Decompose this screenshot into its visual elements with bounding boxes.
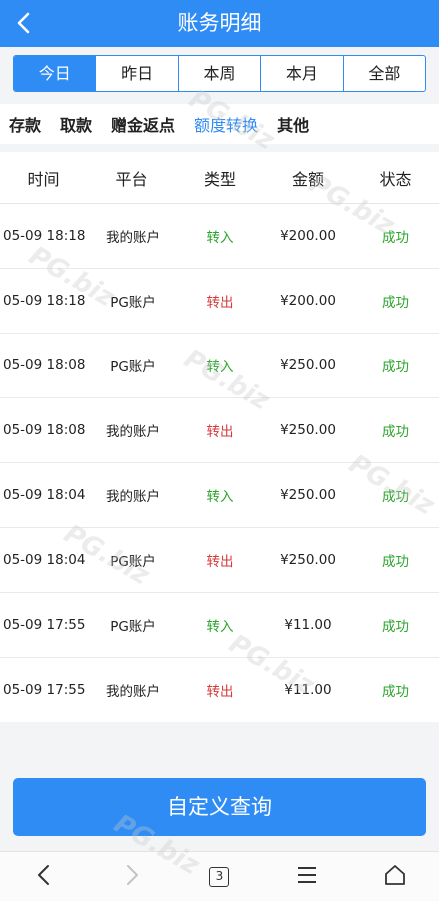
row-platform: 我的账户: [106, 229, 160, 246]
browser-menu-button[interactable]: [263, 852, 351, 901]
table-row: 05-09 18:08 我的账户 转出 ¥250.00 成功: [0, 398, 439, 464]
column-header-status: 状态: [379, 169, 412, 189]
browser-tabs-button[interactable]: 3: [176, 852, 264, 901]
table-row: 05-09 18:18 我的账户 转入 ¥200.00 成功: [0, 204, 439, 269]
tabs-icon: 3: [209, 866, 230, 887]
row-amount: ¥250.00: [280, 551, 336, 568]
table-row: 05-09 18:08 PG账户 转入 ¥250.00 成功: [0, 334, 439, 399]
row-amount: ¥250.00: [280, 487, 336, 504]
row-type: 转出: [206, 553, 234, 570]
browser-back-button[interactable]: [0, 852, 88, 901]
row-type: 转入: [206, 229, 234, 246]
row-platform: 我的账户: [106, 424, 160, 441]
row-status: 成功: [382, 294, 409, 311]
tab-withdraw[interactable]: 取款: [60, 112, 92, 136]
row-status: 成功: [382, 683, 409, 700]
row-time: 05-09 18:08: [3, 357, 86, 374]
browser-forward-button[interactable]: [88, 852, 176, 901]
table-row: 05-09 18:04 PG账户 转出 ¥250.00 成功: [0, 528, 439, 593]
forward-icon: [122, 863, 142, 891]
row-time: 05-09 18:08: [3, 422, 86, 439]
row-type: 转出: [206, 294, 234, 311]
row-time: 05-09 18:04: [3, 551, 86, 568]
row-time: 05-09 18:18: [3, 227, 86, 244]
table-row: 05-09 18:18 PG账户 转出 ¥200.00 成功: [0, 269, 439, 334]
tab-other[interactable]: 其他: [277, 112, 309, 136]
transaction-type-tabs: 存款 取款 赠金返点 额度转换 其他: [0, 104, 439, 144]
row-time: 05-09 17:55: [3, 616, 86, 633]
custom-query-button[interactable]: 自定义查询: [13, 778, 426, 836]
row-platform: PG账户: [110, 618, 156, 635]
row-amount: ¥11.00: [284, 616, 332, 633]
tab-this-month[interactable]: 本月: [260, 56, 342, 91]
row-platform: 我的账户: [106, 489, 160, 506]
tab-transfer[interactable]: 额度转换: [194, 112, 258, 136]
row-type: 转入: [206, 359, 234, 376]
row-platform: 我的账户: [106, 683, 160, 700]
column-header-type: 类型: [203, 169, 236, 189]
row-status: 成功: [382, 553, 409, 570]
page-title: 账务明细: [177, 11, 262, 35]
home-icon: [384, 864, 406, 890]
table-row: 05-09 17:55 我的账户 转出 ¥11.00 成功: [0, 658, 439, 723]
row-type: 转出: [206, 424, 234, 441]
column-header-amount: 金额: [291, 169, 324, 189]
row-platform: PG账户: [110, 359, 156, 376]
transactions-table: 时间 平台 类型 金额 状态 05-09 18:18 我的账户 转入 ¥200.…: [0, 152, 439, 723]
column-header-platform: 平台: [115, 169, 148, 189]
row-status: 成功: [382, 489, 409, 506]
table-header: 时间 平台 类型 金额 状态: [0, 152, 439, 204]
row-amount: ¥250.00: [280, 422, 336, 439]
browser-nav-bar: 3: [0, 851, 439, 901]
row-time: 05-09 17:55: [3, 681, 86, 698]
back-icon: [34, 863, 54, 891]
menu-icon: [296, 865, 318, 889]
tab-deposit[interactable]: 存款: [9, 112, 41, 136]
row-time: 05-09 18:18: [3, 292, 86, 309]
tab-yesterday[interactable]: 昨日: [95, 56, 177, 91]
tab-this-week[interactable]: 本周: [177, 56, 260, 91]
row-type: 转入: [206, 489, 234, 506]
row-status: 成功: [382, 359, 409, 376]
row-platform: PG账户: [110, 294, 156, 311]
row-amount: ¥11.00: [284, 681, 332, 698]
column-header-time: 时间: [27, 169, 60, 189]
browser-home-button[interactable]: [351, 852, 439, 901]
row-platform: PG账户: [110, 553, 156, 570]
row-time: 05-09 18:04: [3, 487, 86, 504]
table-row: 05-09 18:04 我的账户 转入 ¥250.00 成功: [0, 463, 439, 528]
row-amount: ¥250.00: [280, 357, 336, 374]
row-type: 转出: [206, 683, 234, 700]
table-row: 05-09 17:55 PG账户 转入 ¥11.00 成功: [0, 593, 439, 658]
row-status: 成功: [382, 618, 409, 635]
row-status: 成功: [382, 424, 409, 441]
row-amount: ¥200.00: [280, 292, 336, 309]
row-status: 成功: [382, 229, 409, 246]
app-header: 账务明细: [0, 0, 439, 47]
tab-bonus-rebate[interactable]: 赠金返点: [111, 112, 175, 136]
tab-today[interactable]: 今日: [14, 56, 96, 91]
tab-all[interactable]: 全部: [342, 56, 425, 91]
date-range-tabs: 今日 昨日 本周 本月 全部: [13, 55, 426, 92]
row-amount: ¥200.00: [280, 227, 336, 244]
row-type: 转入: [206, 618, 234, 635]
